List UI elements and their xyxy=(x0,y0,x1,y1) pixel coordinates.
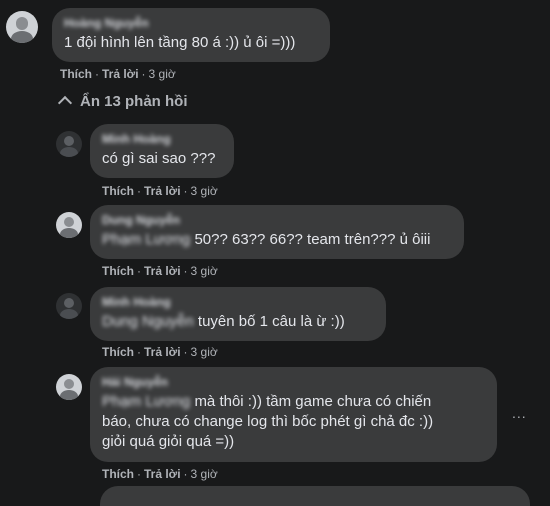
reply-author[interactable]: Dung Nguyễn xyxy=(102,213,452,227)
reply-time[interactable]: 3 giờ xyxy=(191,264,218,278)
reply-time[interactable]: 3 giờ xyxy=(191,184,218,198)
reply-bubble: Minh Hoàng Dung Nguyễn tuyên bố 1 câu là… xyxy=(90,287,386,341)
like-button[interactable]: Thích xyxy=(102,467,134,481)
avatar[interactable] xyxy=(6,11,38,43)
hide-replies-toggle[interactable]: Ẩn 13 phản hồi xyxy=(57,93,188,111)
comment-thread: Hoàng Nguyễn 1 đội hình lên tầng 80 á :)… xyxy=(0,0,550,506)
reply-button[interactable]: Trả lời xyxy=(144,345,181,359)
reply-actions: Thích · Trả lời · 3 giờ xyxy=(102,467,218,481)
reply-time[interactable]: 3 giờ xyxy=(191,467,218,481)
chevron-up-icon xyxy=(57,95,73,111)
more-options-icon[interactable]: ... xyxy=(512,405,527,421)
reply-actions: Thích · Trả lời · 3 giờ xyxy=(102,264,218,278)
avatar[interactable] xyxy=(56,374,82,400)
comment-actions: Thích · Trả lời · 3 giờ xyxy=(60,67,176,81)
reply-bubble-partial xyxy=(100,486,530,506)
reply-button[interactable]: Trả lời xyxy=(102,67,139,81)
reply-text: Phạm Lương mà thôi :)) tầm game chưa có … xyxy=(102,393,434,450)
reply-button[interactable]: Trả lời xyxy=(144,264,181,278)
reply-author[interactable]: Minh Hoàng xyxy=(102,132,222,146)
reply-actions: Thích · Trả lời · 3 giờ xyxy=(102,184,218,198)
comment-author[interactable]: Hoàng Nguyễn xyxy=(64,16,318,30)
hide-replies-label: Ẩn 13 phản hồi xyxy=(80,93,188,110)
reply-button[interactable]: Trả lời xyxy=(144,467,181,481)
like-button[interactable]: Thích xyxy=(102,345,134,359)
reply-mention[interactable]: Phạm Lương xyxy=(102,393,190,410)
reply-actions: Thích · Trả lời · 3 giờ xyxy=(102,345,218,359)
reply-author[interactable]: Minh Hoàng xyxy=(102,295,374,309)
reply-mention[interactable]: Phạm Lương xyxy=(102,231,190,248)
reply-text: có gì sai sao ??? xyxy=(102,150,216,167)
avatar[interactable] xyxy=(56,212,82,238)
reply-time[interactable]: 3 giờ xyxy=(191,345,218,359)
like-button[interactable]: Thích xyxy=(60,67,92,81)
reply-text: Phạm Lương 50?? 63?? 66?? team trên??? ủ… xyxy=(102,231,431,248)
reply-button[interactable]: Trả lời xyxy=(144,184,181,198)
like-button[interactable]: Thích xyxy=(102,264,134,278)
reply-text: Dung Nguyễn tuyên bố 1 câu là ừ :)) xyxy=(102,313,345,330)
like-button[interactable]: Thích xyxy=(102,184,134,198)
comment-text: 1 đội hình lên tầng 80 á :)) ủ ôi =))) xyxy=(64,34,296,51)
comment-time[interactable]: 3 giờ xyxy=(149,67,176,81)
reply-mention[interactable]: Dung Nguyễn xyxy=(102,313,194,330)
reply-bubble: Minh Hoàng có gì sai sao ??? xyxy=(90,124,234,178)
avatar[interactable] xyxy=(56,131,82,157)
comment-bubble: Hoàng Nguyễn 1 đội hình lên tầng 80 á :)… xyxy=(52,8,330,62)
avatar[interactable] xyxy=(56,293,82,319)
reply-bubble: Dung Nguyễn Phạm Lương 50?? 63?? 66?? te… xyxy=(90,205,464,259)
reply-bubble: Hải Nguyễn Phạm Lương mà thôi :)) tầm ga… xyxy=(90,367,497,462)
reply-author[interactable]: Hải Nguyễn xyxy=(102,375,485,389)
